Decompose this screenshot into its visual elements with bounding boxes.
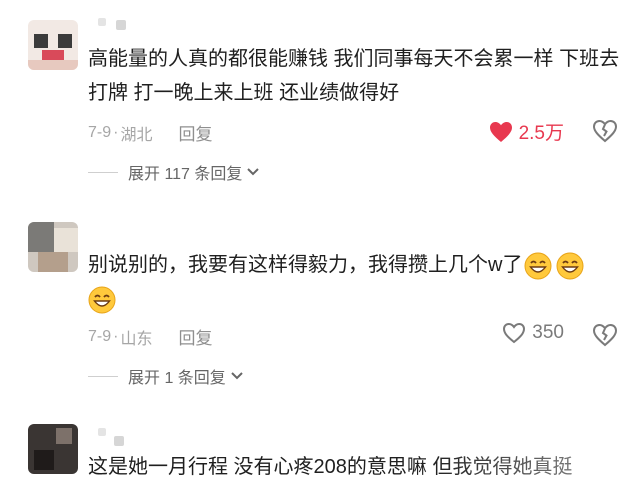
expand-replies-button[interactable]: 展开 117 条回复 (88, 160, 260, 184)
heart-filled-icon (489, 121, 512, 142)
comment-date: 7-9 (88, 123, 112, 141)
meta-separator: · (113, 123, 119, 141)
divider-line (88, 375, 118, 377)
heart-outline-icon (503, 322, 526, 344)
expand-replies-button[interactable]: 展开 1 条回复 (88, 364, 244, 388)
comment-text: 高能量的人真的都很能赚钱 我们同事每天不会累一样 下班去打牌 打一晚上来上班 还… (88, 48, 620, 104)
meta-separator: · (113, 327, 119, 345)
grinning-face-icon (88, 286, 116, 314)
chevron-down-icon (231, 372, 243, 380)
broken-heart-icon[interactable] (592, 322, 618, 348)
expand-replies-label: 展开 117 条回复 (128, 166, 243, 183)
avatar[interactable] (28, 424, 78, 474)
divider-line (88, 171, 118, 173)
reply-button[interactable]: 回复 (178, 120, 212, 145)
expand-replies-label: 展开 1 条回复 (128, 370, 226, 387)
comment-location: 湖北 (120, 126, 153, 144)
grinning-face-icon (556, 252, 584, 280)
avatar[interactable] (28, 20, 78, 70)
like-count: 350 (532, 322, 564, 343)
comment-date: 7-9 (88, 327, 112, 345)
decoration (114, 436, 124, 446)
decoration (98, 18, 106, 26)
decoration (98, 428, 106, 436)
avatar[interactable] (28, 222, 78, 272)
comment-meta: 7-9 · 山东 回复 (88, 324, 212, 349)
comment-meta: 7-9 · 湖北 回复 (88, 120, 212, 145)
reply-button[interactable]: 回复 (178, 324, 212, 349)
broken-heart-icon[interactable] (592, 118, 618, 144)
comment-location: 山东 (120, 330, 153, 348)
comment-text: 别说别的，我要有这样得毅力，我得攒上几个w了 (88, 248, 623, 316)
like-count: 2.5万 (518, 123, 564, 144)
watermark-overlay (430, 456, 630, 477)
comment-text-content: 别说别的，我要有这样得毅力，我得攒上几个w了 (88, 254, 523, 276)
grinning-face-icon (524, 252, 552, 280)
like-button[interactable]: 350 (502, 322, 564, 344)
chevron-down-icon (247, 168, 260, 176)
like-button[interactable]: 2.5万 (489, 118, 564, 145)
decoration (116, 20, 126, 30)
